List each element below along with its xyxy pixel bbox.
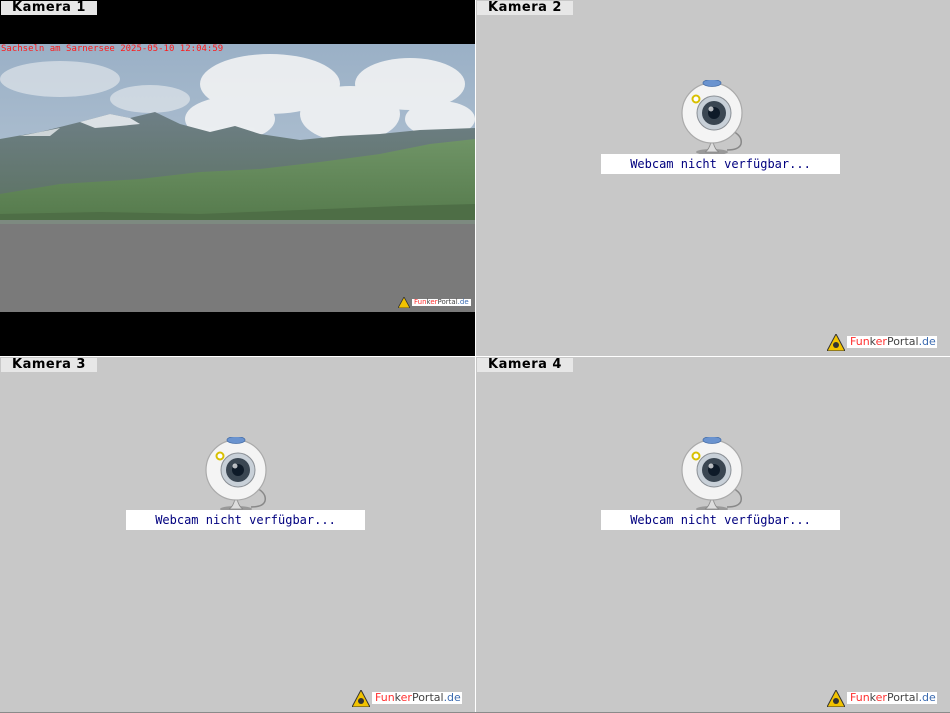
camera-label: Kamera 3: [1, 358, 97, 372]
warning-triangle-icon: [352, 689, 370, 707]
camera-label: Kamera 4: [477, 358, 573, 372]
webcam-unavailable-message: Webcam nicht verfügbar...: [601, 154, 840, 174]
warning-triangle-icon: [827, 333, 845, 351]
grid-divider-horizontal: [0, 356, 950, 357]
watermark-logo: FunkerPortal.de: [827, 689, 937, 707]
camera-label: Kamera 1: [1, 1, 97, 15]
watermark-text: FunkerPortal.de: [372, 692, 462, 704]
watermark-text: FunkerPortal.de: [412, 298, 471, 306]
webcam-overlay-caption: Sachseln am Sarnersee 2025-05-10 12:04:5…: [1, 44, 224, 54]
webcam-icon: [205, 437, 267, 512]
camera-panel-2[interactable]: Kamera 2 Webcam nicht verfügbar... Funke…: [476, 0, 950, 356]
camera-grid: Kamera 1 Sachseln am Sarnersee 2025-05-1…: [0, 0, 950, 713]
watermark-logo: FunkerPortal.de: [398, 297, 471, 308]
camera-panel-1[interactable]: Kamera 1 Sachseln am Sarnersee 2025-05-1…: [0, 0, 475, 356]
camera-label: Kamera 2: [477, 1, 573, 15]
camera-panel-4[interactable]: Kamera 4 Webcam nicht verfügbar... Funke…: [476, 357, 950, 712]
warning-triangle-icon: [398, 297, 410, 308]
watermark-logo: FunkerPortal.de: [352, 689, 462, 707]
camera-panel-3[interactable]: Kamera 3 Webcam nicht verfügbar... Funke…: [0, 357, 475, 712]
webcam-unavailable-message: Webcam nicht verfügbar...: [126, 510, 365, 530]
webcam-icon: [681, 80, 743, 155]
watermark-text: FunkerPortal.de: [847, 336, 937, 348]
watermark-text: FunkerPortal.de: [847, 692, 937, 704]
webcam-icon: [681, 437, 743, 512]
webcam-unavailable-message: Webcam nicht verfügbar...: [601, 510, 840, 530]
watermark-logo: FunkerPortal.de: [827, 333, 937, 351]
warning-triangle-icon: [827, 689, 845, 707]
webcam-image: [0, 44, 475, 312]
